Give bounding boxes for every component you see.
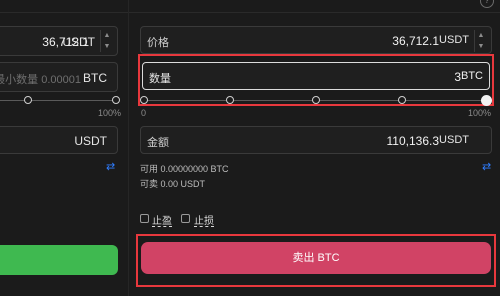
slider-step-dot[interactable]	[312, 96, 320, 104]
sellable-balance: 可卖 0.00 USDT	[140, 179, 206, 189]
left-qty-unit: BTC	[83, 71, 107, 85]
increment-icon[interactable]: ▲	[475, 30, 487, 41]
left-total-field[interactable]: USDT	[0, 126, 118, 154]
slider-step-dot[interactable]	[24, 96, 32, 104]
price-label: 价格	[147, 37, 169, 49]
slider-min-label: 0	[141, 108, 147, 118]
left-qty-field[interactable]: 最小数量 0.00001 BTC	[0, 62, 118, 92]
question-mark-icon[interactable]: ?	[480, 0, 494, 8]
amount-value: 110,136.3	[386, 134, 440, 148]
decrement-icon[interactable]: ▼	[101, 41, 113, 52]
slider-handle[interactable]	[481, 95, 492, 106]
amount-unit: USDT	[439, 134, 469, 146]
slider-step-dot[interactable]	[226, 96, 234, 104]
price-field[interactable]: 价格 36,712.1 USDT ▲ ▼	[140, 26, 492, 54]
take-profit-label[interactable]: 止盈	[152, 212, 172, 227]
left-price-field[interactable]: 36,712.1 USDT ▲ ▼	[0, 26, 118, 56]
quantity-field[interactable]: 数量 3 BTC	[142, 62, 490, 90]
increment-icon[interactable]: ▲	[101, 30, 113, 41]
top-divider	[0, 12, 500, 13]
quantity-slider[interactable]	[140, 95, 492, 106]
amount-field[interactable]: 金额 110,136.3 USDT	[140, 126, 492, 154]
sell-btc-button[interactable]: 卖出 BTC	[141, 242, 491, 274]
price-unit: USDT	[439, 34, 469, 46]
take-profit-checkbox[interactable]	[140, 214, 149, 223]
decrement-icon[interactable]: ▼	[475, 41, 487, 52]
column-divider	[128, 0, 129, 296]
left-qty-placeholder: 最小数量 0.00001	[0, 74, 81, 86]
quantity-value: 3	[454, 70, 461, 84]
left-amount-slider[interactable]	[0, 96, 120, 104]
stop-loss-label[interactable]: 止损	[194, 212, 214, 227]
left-slider-max-label: 100%	[98, 108, 122, 118]
buy-button[interactable]	[0, 245, 118, 275]
swap-arrows-icon[interactable]: ⇄	[482, 160, 491, 173]
stop-loss-checkbox[interactable]	[181, 214, 190, 223]
slider-step-dot[interactable]	[140, 96, 148, 104]
left-price-stepper[interactable]: ▲ ▼	[100, 30, 113, 52]
price-value: 36,712.1	[392, 34, 439, 48]
available-balance: 可用 0.00000000 BTC	[140, 164, 229, 174]
price-stepper[interactable]: ▲ ▼	[474, 30, 487, 52]
slider-step-dot[interactable]	[112, 96, 120, 104]
left-total-unit: USDT	[74, 134, 107, 148]
quantity-label: 数量	[149, 73, 171, 85]
left-price-unit: USDT	[62, 35, 95, 49]
trade-panel: ? 36,712.1 USDT ▲ ▼ 最小数量 0.00001 BTC 100…	[0, 0, 500, 296]
quantity-unit: BTC	[461, 70, 483, 82]
swap-arrows-icon[interactable]: ⇄	[106, 160, 115, 173]
amount-label: 金额	[147, 137, 169, 149]
slider-step-dot[interactable]	[398, 96, 406, 104]
slider-max-label: 100%	[468, 108, 492, 118]
